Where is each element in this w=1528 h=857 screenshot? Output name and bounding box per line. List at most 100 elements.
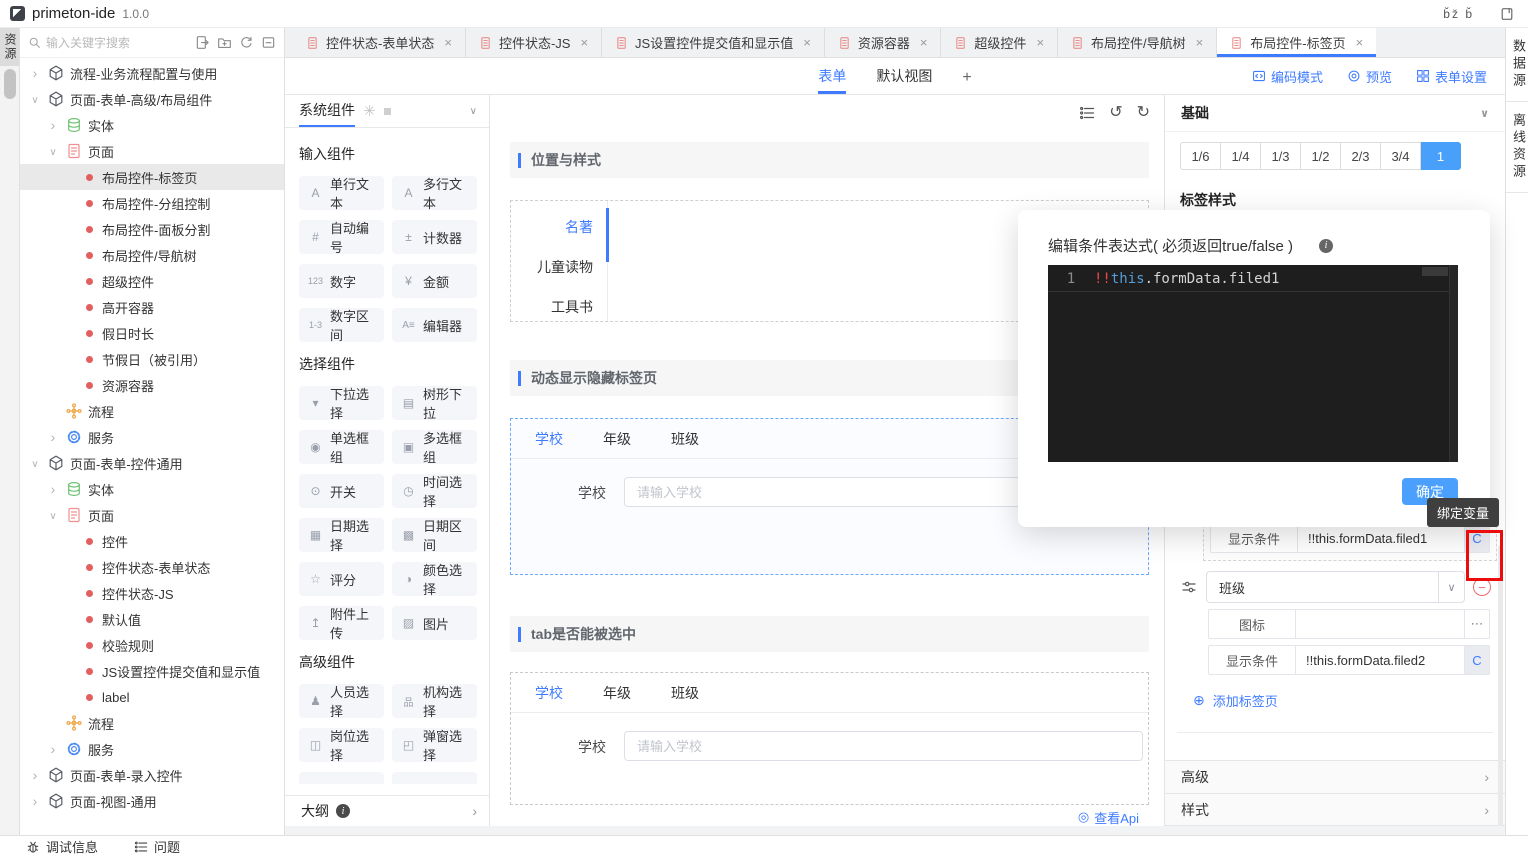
palette-item[interactable]: ◫岗位选择 — [299, 728, 384, 762]
more-button[interactable]: ⋯ — [1465, 609, 1490, 639]
rail-scroll-thumb[interactable] — [4, 69, 16, 99]
palette-item[interactable]: 123数字 — [299, 264, 384, 298]
width-option[interactable]: 3/4 — [1381, 142, 1421, 170]
width-option[interactable]: 1/4 — [1221, 142, 1261, 170]
doc-tab[interactable]: 控件状态-JS× — [466, 28, 602, 57]
add-tab-page-link[interactable]: ⊕ 添加标签页 — [1193, 691, 1505, 710]
add-view-button[interactable]: + — [962, 58, 971, 94]
chevron-right-icon[interactable] — [28, 767, 42, 783]
tree-item[interactable]: 控件状态-JS — [20, 580, 284, 606]
close-icon[interactable]: × — [1356, 35, 1364, 50]
palette-item[interactable]: ▨图片 — [392, 606, 477, 640]
condition-editor-button[interactable]: C — [1465, 645, 1490, 675]
doc-tab[interactable]: 控件状态-表单状态× — [293, 28, 466, 57]
view-api-link[interactable]: ◎ 查看Api — [510, 806, 1149, 826]
vtab-mingzhu[interactable]: 名著 — [511, 207, 607, 247]
palette-item[interactable]: A多行文本 — [392, 176, 477, 210]
tree-item[interactable]: 页面-视图-通用 — [20, 788, 284, 814]
tree-item[interactable]: 默认值 — [20, 606, 284, 632]
tree-item[interactable]: 校验规则 — [20, 632, 284, 658]
tabs-widget[interactable]: 学校 年级 班级 学校 — [510, 672, 1149, 805]
tab-class[interactable]: 班级 — [671, 429, 699, 449]
chevron-right-icon[interactable] — [46, 429, 60, 445]
palette-item[interactable]: ¥金额 — [392, 264, 477, 298]
tree-item[interactable]: 服务 — [20, 424, 284, 450]
palette-item[interactable]: ↥附件上传 — [299, 606, 384, 640]
tree-item[interactable]: 页面 — [20, 502, 284, 528]
tab-school[interactable]: 学校 — [535, 429, 563, 449]
offline-resource-rail-tab[interactable]: 离线资源 — [1506, 102, 1528, 193]
manual-book-icon[interactable] — [1500, 7, 1514, 21]
tree-item[interactable]: 流程-业务流程配置与使用 — [20, 60, 284, 86]
inspector-scrollbar[interactable] — [1498, 545, 1503, 835]
palette-item[interactable]: ▩日期区间 — [392, 518, 477, 552]
import-resource-icon[interactable] — [195, 35, 210, 50]
tab-grade[interactable]: 年级 — [603, 683, 631, 703]
tree-item[interactable]: 布局控件-面板分割 — [20, 216, 284, 242]
icon-value[interactable] — [1296, 609, 1465, 639]
tree-item[interactable]: 流程 — [20, 710, 284, 736]
inspector-section-basic[interactable]: 基础 ∨ — [1165, 95, 1505, 132]
editor-scrollbar[interactable] — [1449, 265, 1458, 462]
tree-item[interactable]: 服务 — [20, 736, 284, 762]
tree-item[interactable]: 页面-表单-高级/布局组件 — [20, 86, 284, 112]
tree-item[interactable]: 超级控件 — [20, 268, 284, 294]
tab-school[interactable]: 学校 — [535, 683, 563, 703]
language-icon[interactable]: b̌ž b̌ — [1443, 7, 1474, 21]
resource-rail-tab[interactable]: 资源 — [0, 28, 19, 66]
tree-item-selected[interactable]: 布局控件-标签页 — [20, 164, 284, 190]
width-option-selected[interactable]: 1 — [1421, 142, 1461, 170]
close-icon[interactable]: × — [920, 35, 928, 50]
chevron-right-icon[interactable] — [46, 117, 60, 133]
inspector-section-style[interactable]: 样式 › — [1165, 793, 1505, 826]
tree-item[interactable]: 流程 — [20, 398, 284, 424]
doc-tab[interactable]: 超级控件× — [941, 28, 1058, 57]
chevron-right-icon[interactable] — [28, 793, 42, 809]
close-icon[interactable]: × — [444, 35, 452, 50]
tab-form[interactable]: 表单 — [818, 58, 846, 94]
tree-item[interactable]: label — [20, 684, 284, 710]
preview-button[interactable]: 预览 — [1347, 67, 1392, 86]
problems-button[interactable]: 问题 — [134, 837, 180, 856]
doc-tab-active[interactable]: 布局控件-标签页× — [1217, 28, 1376, 57]
code-editor[interactable]: 1 !!this.formData.filed1 — [1048, 265, 1458, 462]
code-mode-button[interactable]: 编码模式 — [1252, 67, 1323, 86]
drag-handle-icon[interactable] — [1181, 579, 1197, 595]
tab-class[interactable]: 班级 — [671, 683, 699, 703]
search-input[interactable] — [46, 36, 190, 50]
palette-item[interactable]: A≡编辑器 — [392, 308, 477, 342]
tree-item[interactable]: 实体 — [20, 476, 284, 502]
palette-item[interactable]: #自动编号 — [299, 220, 384, 254]
palette-item[interactable]: ▣多选框组 — [392, 430, 477, 464]
tree-item[interactable]: 页面 — [20, 138, 284, 164]
display-condition-value[interactable]: !!this.formData.filed2 — [1296, 645, 1465, 675]
chevron-down-icon[interactable]: ∨ — [470, 106, 477, 117]
chevron-down-icon[interactable] — [28, 456, 42, 470]
tab-system-components[interactable]: 系统组件 — [299, 95, 355, 127]
width-option[interactable]: 1/6 — [1180, 142, 1221, 170]
tab-default-view[interactable]: 默认视图 — [876, 58, 932, 94]
tree-item[interactable]: 页面-表单-控件通用 — [20, 450, 284, 476]
width-option[interactable]: 1/3 — [1261, 142, 1301, 170]
tree-item[interactable]: JS设置控件提交值和显示值 — [20, 658, 284, 684]
form-settings-button[interactable]: 表单设置 — [1416, 67, 1487, 86]
tree-item[interactable]: 资源容器 — [20, 372, 284, 398]
tab-grade[interactable]: 年级 — [603, 429, 631, 449]
collapse-all-icon[interactable] — [261, 35, 276, 50]
palette-item[interactable]: ♟人员选择 — [299, 684, 384, 718]
tree-item[interactable]: 假日时长 — [20, 320, 284, 346]
palette-item[interactable]: ▤树形下拉 — [392, 386, 477, 420]
close-icon[interactable]: × — [1036, 35, 1044, 50]
tree-item[interactable]: 实体 — [20, 112, 284, 138]
chevron-right-icon[interactable] — [28, 65, 42, 81]
datasource-rail-tab[interactable]: 数据源 — [1506, 28, 1528, 102]
refresh-icon[interactable] — [239, 35, 254, 50]
palette-item[interactable]: ◷时间选择 — [392, 474, 477, 508]
doc-tab[interactable]: 资源容器× — [825, 28, 942, 57]
chevron-down-icon[interactable] — [46, 508, 60, 522]
vtab-reference-books[interactable]: 工具书 — [511, 287, 607, 327]
palette-item[interactable]: ◰弹窗选择 — [392, 728, 477, 762]
tree-item[interactable]: 高开容器 — [20, 294, 284, 320]
tree-item[interactable]: 控件 — [20, 528, 284, 554]
palette-item[interactable]: ☆评分 — [299, 562, 384, 596]
